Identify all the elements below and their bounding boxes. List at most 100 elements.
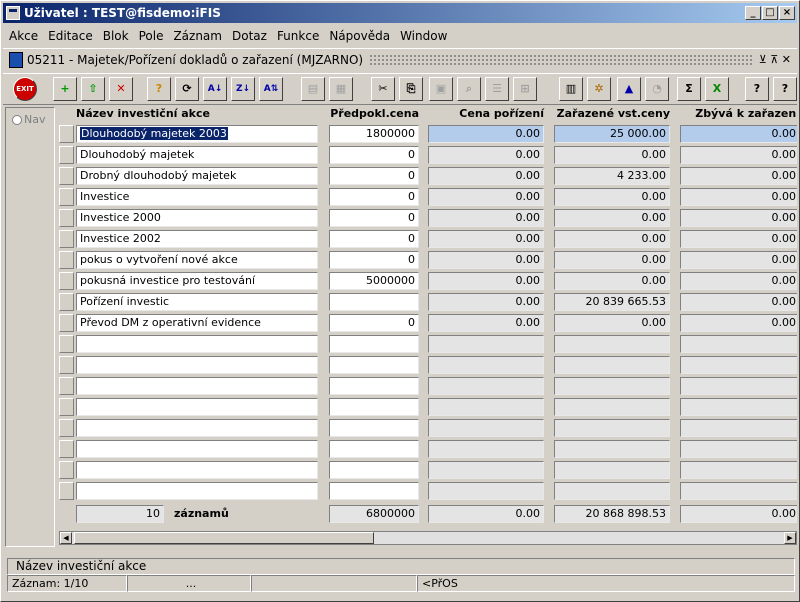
cell-zbyva-k-zarazeni[interactable]: 0.00	[680, 272, 797, 290]
sort-descending-icon[interactable]: Z↓	[231, 77, 255, 101]
cell-predpokl-cena[interactable]	[329, 377, 419, 395]
context-help-icon[interactable]: ?	[773, 77, 797, 101]
cell-zbyva-k-zarazeni[interactable]	[680, 440, 797, 458]
cell-zbyva-k-zarazeni[interactable]: 0.00	[680, 251, 797, 269]
row-selector[interactable]	[59, 377, 74, 395]
nav-radio[interactable]	[12, 115, 22, 125]
row-selector[interactable]	[59, 125, 74, 143]
cell-zbyva-k-zarazeni[interactable]: 0.00	[680, 146, 797, 164]
query-execute-icon[interactable]: ⟳	[175, 77, 199, 101]
cell-predpokl-cena[interactable]	[329, 293, 419, 311]
cell-predpokl-cena[interactable]: 0	[329, 146, 419, 164]
cell-cena-porizeni[interactable]: 0.00	[428, 188, 544, 206]
copy-icon[interactable]: ⎘	[399, 77, 423, 101]
cell-predpokl-cena[interactable]: 0	[329, 230, 419, 248]
cell-predpokl-cena[interactable]: 0	[329, 167, 419, 185]
cell-zbyva-k-zarazeni[interactable]	[680, 377, 797, 395]
table-row[interactable]: Drobný dlouhodobý majetek 0 0.00 4 233.00 0.…	[57, 166, 797, 187]
menu-napoveda[interactable]: Nápověda	[324, 29, 395, 43]
cell-nazev[interactable]	[76, 377, 318, 395]
table-row[interactable]	[57, 481, 797, 502]
cell-zbyva-k-zarazeni[interactable]: 0.00	[680, 314, 797, 332]
calculator-icon[interactable]: ▥	[559, 77, 583, 101]
table-row[interactable]	[57, 439, 797, 460]
row-selector[interactable]	[59, 293, 74, 311]
cell-predpokl-cena[interactable]: 5000000	[329, 272, 419, 290]
cell-zbyva-k-zarazeni[interactable]	[680, 419, 797, 437]
cell-cena-porizeni[interactable]: 0.00	[428, 125, 544, 143]
cell-predpokl-cena[interactable]: 0	[329, 209, 419, 227]
cell-predpokl-cena[interactable]: 0	[329, 188, 419, 206]
search-icon[interactable]: ⌕	[457, 77, 481, 101]
cell-predpokl-cena[interactable]	[329, 440, 419, 458]
cell-zarazene-vst-ceny[interactable]: 0.00	[554, 230, 670, 248]
row-selector[interactable]	[59, 251, 74, 269]
cell-cena-porizeni[interactable]	[428, 377, 544, 395]
cell-predpokl-cena[interactable]	[329, 335, 419, 353]
cell-cena-porizeni[interactable]: 0.00	[428, 251, 544, 269]
cell-nazev[interactable]	[76, 482, 318, 500]
table-row[interactable]	[57, 460, 797, 481]
cell-nazev[interactable]: Dlouhodobý majetek 2003	[76, 125, 318, 143]
menu-zaznam[interactable]: Záznam	[168, 29, 227, 43]
cell-nazev[interactable]	[76, 398, 318, 416]
gear-icon[interactable]: ✲	[587, 77, 611, 101]
cell-nazev[interactable]: Drobný dlouhodobý majetek	[76, 167, 318, 185]
cell-zarazene-vst-ceny[interactable]	[554, 461, 670, 479]
row-selector[interactable]	[59, 482, 74, 500]
excel-icon[interactable]: X	[705, 77, 729, 101]
cell-predpokl-cena[interactable]	[329, 398, 419, 416]
cell-predpokl-cena[interactable]: 0	[329, 314, 419, 332]
row-selector[interactable]	[59, 146, 74, 164]
scroll-right-icon[interactable]: ▶	[784, 532, 796, 544]
cell-zarazene-vst-ceny[interactable]	[554, 335, 670, 353]
cell-zarazene-vst-ceny[interactable]	[554, 356, 670, 374]
mountain-icon[interactable]: ▲	[617, 77, 641, 101]
cell-zarazene-vst-ceny[interactable]: 0.00	[554, 272, 670, 290]
copy-record-icon[interactable]: ⇧	[81, 77, 105, 101]
row-selector[interactable]	[59, 209, 74, 227]
table-row[interactable]: pokus o vytvoření nové akce 0 0.00 0.00 0.00	[57, 250, 797, 271]
row-selector[interactable]	[59, 272, 74, 290]
cell-predpokl-cena[interactable]: 0	[329, 251, 419, 269]
cell-cena-porizeni[interactable]: 0.00	[428, 272, 544, 290]
row-selector[interactable]	[59, 419, 74, 437]
cell-zbyva-k-zarazeni[interactable]	[680, 335, 797, 353]
table-row[interactable]	[57, 418, 797, 439]
query-enter-icon[interactable]: ?	[147, 77, 171, 101]
cell-zarazene-vst-ceny[interactable]: 0.00	[554, 188, 670, 206]
menu-funkce[interactable]: Funkce	[272, 29, 324, 43]
row-selector[interactable]	[59, 398, 74, 416]
cell-nazev[interactable]: Investice 2000	[76, 209, 318, 227]
cell-cena-porizeni[interactable]: 0.00	[428, 314, 544, 332]
cell-cena-porizeni[interactable]	[428, 335, 544, 353]
cell-zbyva-k-zarazeni[interactable]: 0.00	[680, 230, 797, 248]
scroll-left-icon[interactable]: ◀	[60, 532, 72, 544]
cell-nazev[interactable]: Investice	[76, 188, 318, 206]
scroll-thumb[interactable]	[74, 532, 374, 544]
cell-cena-porizeni[interactable]: 0.00	[428, 209, 544, 227]
clock-icon[interactable]: ◔	[645, 77, 669, 101]
cell-zbyva-k-zarazeni[interactable]	[680, 398, 797, 416]
cell-nazev[interactable]	[76, 440, 318, 458]
cell-zbyva-k-zarazeni[interactable]: 0.00	[680, 209, 797, 227]
menu-pole[interactable]: Pole	[134, 29, 169, 43]
cut-icon[interactable]: ✂	[371, 77, 395, 101]
cell-cena-porizeni[interactable]	[428, 398, 544, 416]
minimize-button[interactable]: _	[745, 6, 761, 20]
cell-zarazene-vst-ceny[interactable]	[554, 398, 670, 416]
cell-nazev[interactable]: Převod DM z operativní evidence	[76, 314, 318, 332]
cell-cena-porizeni[interactable]	[428, 461, 544, 479]
menu-blok[interactable]: Blok	[98, 29, 134, 43]
cell-zarazene-vst-ceny[interactable]: 0.00	[554, 314, 670, 332]
cell-nazev[interactable]: pokusná investice pro testování	[76, 272, 318, 290]
print-icon[interactable]: ▤	[301, 77, 325, 101]
horizontal-scrollbar[interactable]: ◀ ▶	[59, 531, 797, 545]
row-selector[interactable]	[59, 461, 74, 479]
cell-nazev[interactable]: Investice 2002	[76, 230, 318, 248]
cell-cena-porizeni[interactable]	[428, 419, 544, 437]
insert-record-icon[interactable]: +	[53, 77, 77, 101]
cell-zarazene-vst-ceny[interactable]: 0.00	[554, 146, 670, 164]
sort-multi-icon[interactable]: A⇅	[259, 77, 283, 101]
menu-dotaz[interactable]: Dotaz	[227, 29, 272, 43]
